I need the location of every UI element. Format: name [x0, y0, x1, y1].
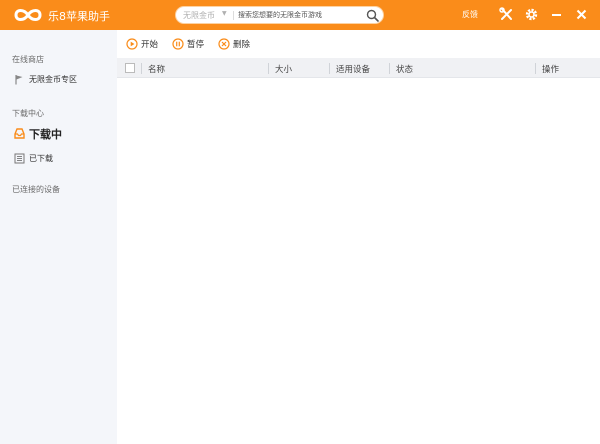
column-header-actions[interactable]: 操作 — [542, 63, 559, 75]
play-icon — [126, 38, 138, 50]
section-title-connected-devices: 已连接的设备 — [12, 185, 60, 194]
delete-x-icon — [218, 38, 230, 50]
minimize-icon[interactable] — [549, 7, 564, 22]
start-button-label: 开始 — [141, 40, 159, 50]
download-table-header: 名称 大小 适用设备 状态 操作 — [117, 58, 600, 78]
sidebar-item-unlimited-coins[interactable]: 无限金币专区 — [0, 71, 117, 89]
sidebar-item-label: 无限金币专区 — [29, 75, 77, 84]
search-input[interactable] — [238, 8, 362, 22]
sidebar-item-downloaded[interactable]: 已下载 — [0, 150, 117, 168]
column-divider[interactable] — [389, 63, 390, 74]
select-all-checkbox[interactable] — [125, 63, 135, 73]
close-icon[interactable] — [574, 7, 589, 22]
sidebar-item-label: 已下载 — [29, 154, 53, 163]
list-icon — [14, 153, 25, 164]
column-header-device[interactable]: 适用设备 — [336, 63, 370, 75]
chevron-down-icon[interactable]: ▼ — [222, 10, 227, 17]
section-title-download-center: 下载中心 — [12, 109, 44, 118]
section-title-online-store: 在线商店 — [12, 55, 44, 64]
title-bar: 乐8苹果助手 无限金币 ▼ 反馈 — [0, 0, 600, 30]
search-category-select[interactable]: 无限金币 — [183, 10, 215, 21]
delete-button-label: 删除 — [233, 40, 251, 50]
column-divider[interactable] — [329, 63, 330, 74]
column-header-name[interactable]: 名称 — [148, 63, 165, 75]
download-toolbar: 开始 暂停 删除 — [117, 30, 600, 58]
sidebar-item-label: 下载中 — [29, 128, 62, 141]
column-divider[interactable] — [141, 63, 142, 74]
search-icon[interactable] — [366, 9, 379, 22]
tools-icon[interactable] — [499, 7, 514, 22]
app-title: 乐8苹果助手 — [48, 10, 110, 23]
app-logo-icon — [14, 9, 42, 21]
sidebar: 在线商店 无限金币专区 下载中心 下载中 已下载 已连接的设备 — [0, 30, 117, 444]
column-divider[interactable] — [268, 63, 269, 74]
column-header-status[interactable]: 状态 — [396, 63, 413, 75]
flag-icon — [15, 75, 23, 85]
download-list — [117, 78, 600, 444]
gear-icon[interactable] — [524, 7, 539, 22]
column-header-size[interactable]: 大小 — [275, 63, 292, 75]
search-divider — [233, 11, 234, 20]
sidebar-item-downloading[interactable]: 下载中 — [0, 125, 117, 143]
search-box[interactable]: 无限金币 ▼ — [175, 6, 384, 24]
column-divider[interactable] — [535, 63, 536, 74]
feedback-link[interactable]: 反馈 — [462, 9, 478, 20]
pause-icon — [172, 38, 184, 50]
pause-button-label: 暂停 — [187, 40, 205, 50]
download-tray-icon — [14, 128, 25, 139]
